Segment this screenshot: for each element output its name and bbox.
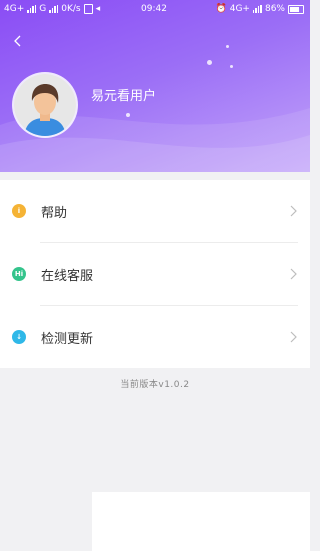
decor-dot xyxy=(226,45,229,48)
battery-percent: 86% xyxy=(264,4,285,14)
menu-item-online-service[interactable]: Hi 在线客服 xyxy=(0,243,310,305)
menu-item-label: 帮助 xyxy=(41,205,68,221)
status-bar: 4G+ G 0K/s ◂ 09:42 ⏰ 4G+ 86% xyxy=(0,0,310,20)
back-button[interactable] xyxy=(8,31,26,51)
bottom-panel xyxy=(92,492,310,551)
menu-item-label: 在线客服 xyxy=(41,268,94,284)
avatar[interactable] xyxy=(14,74,76,136)
battery-icon xyxy=(288,4,304,14)
username: 易元看用户 xyxy=(91,89,157,104)
chat-icon: Hi xyxy=(12,267,26,281)
decor-dot xyxy=(207,60,212,65)
signal-bars-icon xyxy=(252,5,262,13)
signal-label-2: G xyxy=(39,4,47,14)
menu-item-label: 检测更新 xyxy=(41,331,94,347)
chevron-left-icon xyxy=(14,35,21,47)
decor-dot xyxy=(230,65,233,68)
net-speed: 0K/s xyxy=(61,4,81,14)
status-right: ⏰ 4G+ 86% xyxy=(216,4,304,14)
info-icon: i xyxy=(12,204,26,218)
chevron-right-icon xyxy=(290,331,297,343)
status-left: 4G+ G 0K/s ◂ xyxy=(4,4,100,14)
chevron-right-icon xyxy=(290,268,297,280)
settings-menu: i 帮助 Hi 在线客服 ↓ 检测更新 xyxy=(0,180,310,368)
volume-icon: ◂ xyxy=(95,4,101,14)
menu-item-help[interactable]: i 帮助 xyxy=(0,180,310,242)
decor-dot xyxy=(126,113,130,117)
signal-bars-icon xyxy=(49,5,59,13)
network-label: 4G+ xyxy=(229,4,250,14)
clock: 09:42 xyxy=(141,4,167,14)
signal-label-1: 4G+ xyxy=(4,4,25,14)
signal-bars-icon xyxy=(27,5,37,13)
user-avatar-icon xyxy=(14,74,76,136)
notification-icon xyxy=(83,4,93,14)
version-text: 当前版本v1.0.2 xyxy=(120,380,190,390)
download-icon: ↓ xyxy=(12,330,26,344)
chevron-right-icon xyxy=(290,205,297,217)
menu-item-check-update[interactable]: ↓ 检测更新 xyxy=(0,306,310,368)
profile-header: 4G+ G 0K/s ◂ 09:42 ⏰ 4G+ 86% 易元看用户 xyxy=(0,0,310,172)
alarm-icon: ⏰ xyxy=(215,4,227,14)
